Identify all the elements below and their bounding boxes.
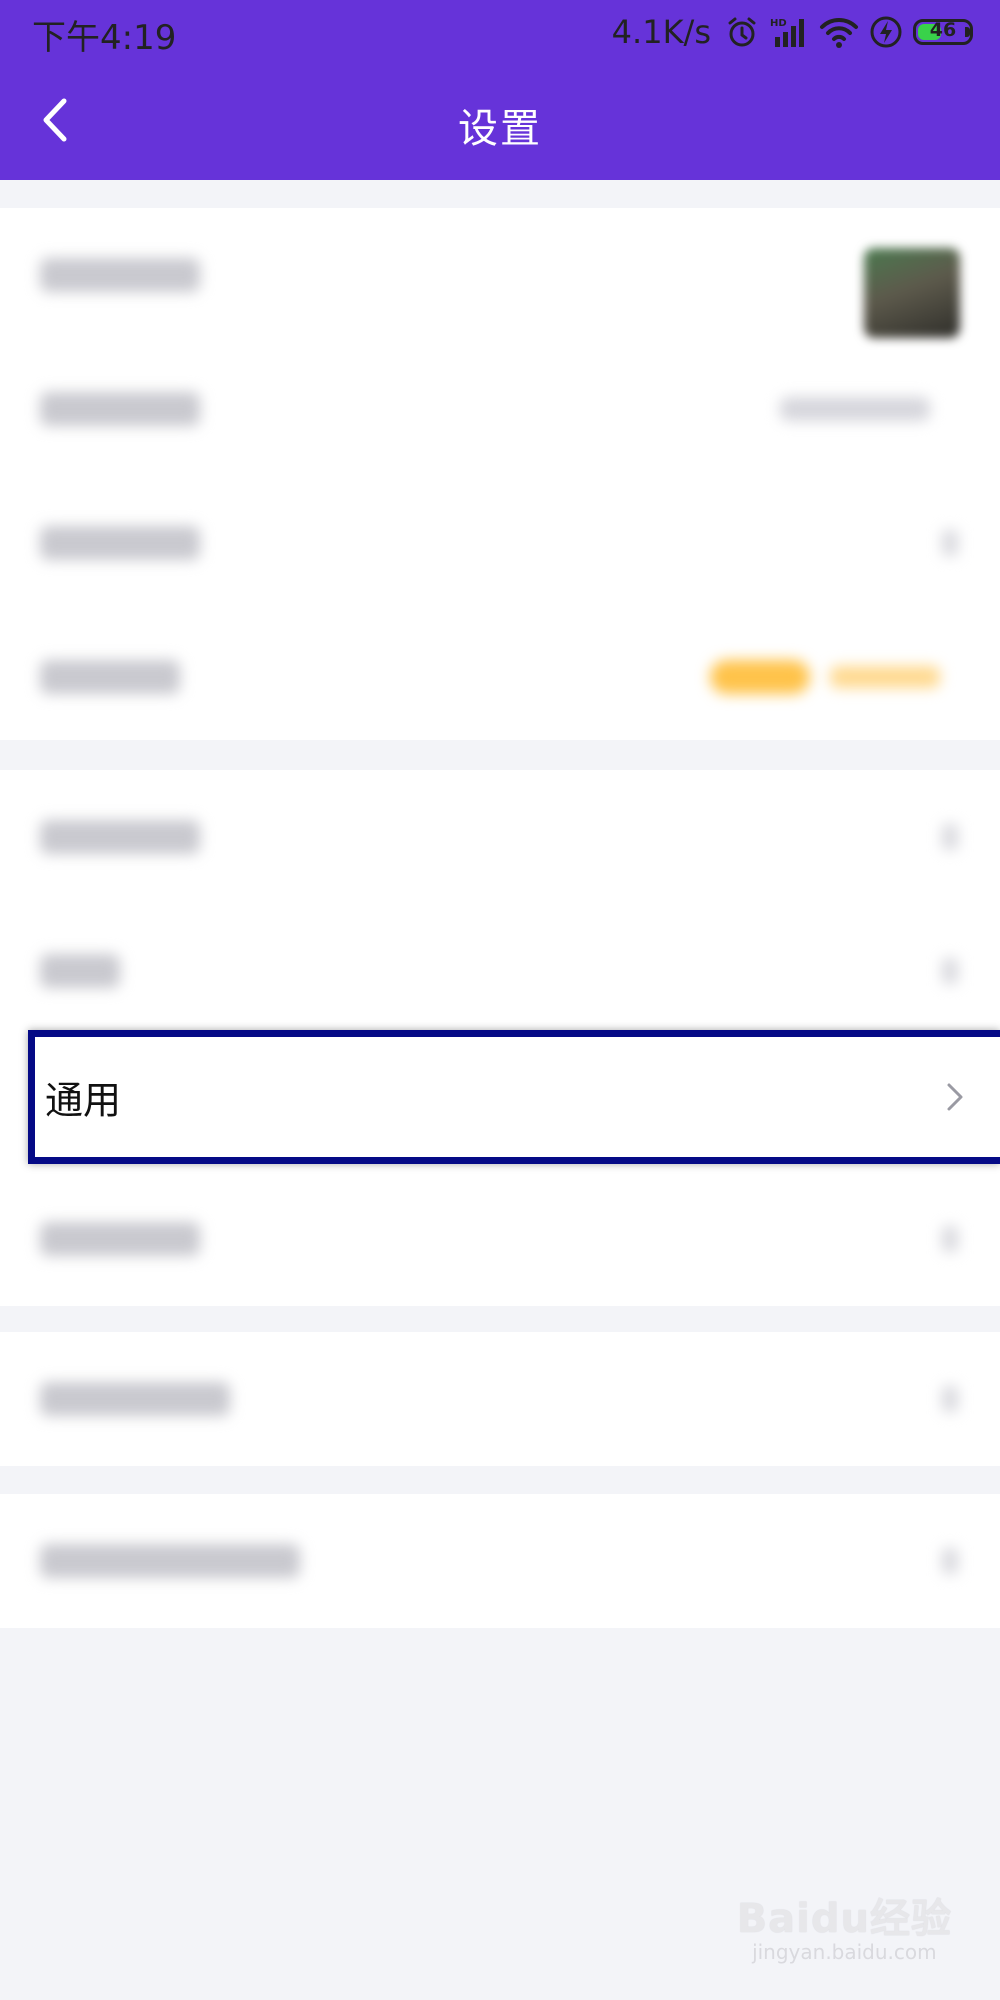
status-icons: 4.1K/s HD 46 <box>611 10 973 54</box>
settings-row-6[interactable] <box>0 904 1000 1038</box>
nav-bar: 设置 <box>0 64 1000 180</box>
settings-row-label: 通用 <box>45 1078 122 1123</box>
chevron-right-icon <box>942 1548 958 1574</box>
status-bar: 下午4:19 4.1K/s HD 46 <box>0 0 1000 64</box>
chevron-right-icon <box>942 530 958 556</box>
blurred-label <box>40 392 200 426</box>
settings-row-9[interactable] <box>0 1332 1000 1466</box>
watermark: Baidu经验 jingyan.baidu.com <box>737 1886 952 1964</box>
blurred-label <box>40 954 120 988</box>
chevron-right-icon <box>944 1081 966 1113</box>
blurred-label <box>40 820 200 854</box>
page-title: 设置 <box>458 106 542 152</box>
svg-text:HD: HD <box>770 18 787 29</box>
blurred-label <box>40 526 200 560</box>
chevron-right-icon <box>942 958 958 984</box>
chevron-right-icon <box>942 1386 958 1412</box>
chevron-right-icon <box>942 824 958 850</box>
blurred-label <box>40 258 200 292</box>
status-time: 下午4:19 <box>32 18 177 58</box>
charging-icon <box>869 15 903 49</box>
app-header: 下午4:19 4.1K/s HD 46 设置 <box>0 0 1000 180</box>
blurred-label <box>40 1382 230 1416</box>
watermark-url: jingyan.baidu.com <box>752 1940 937 1964</box>
network-speed: 4.1K/s <box>611 13 711 51</box>
settings-row-8[interactable] <box>0 1172 1000 1306</box>
settings-row-3[interactable] <box>0 476 1000 610</box>
blurred-label <box>40 1222 200 1256</box>
battery-icon: 46 <box>913 19 973 45</box>
status-badge <box>710 660 810 694</box>
blurred-value <box>780 397 930 421</box>
avatar <box>864 248 960 338</box>
watermark-logo: Baidu经验 <box>736 1896 952 1942</box>
settings-row-profile[interactable] <box>0 208 1000 342</box>
settings-row-5[interactable] <box>0 770 1000 904</box>
blurred-value <box>830 666 940 688</box>
chevron-right-icon <box>942 1226 958 1252</box>
settings-row-10[interactable] <box>0 1494 1000 1628</box>
settings-row-2[interactable] <box>0 342 1000 476</box>
blurred-label <box>40 1544 300 1578</box>
blurred-label <box>40 660 180 694</box>
alarm-icon <box>725 15 759 49</box>
wifi-icon <box>819 15 859 49</box>
settings-row-4[interactable] <box>0 610 1000 744</box>
settings-row-general[interactable]: 通用 <box>28 1030 1000 1164</box>
hd-signal-icon: HD <box>769 15 809 49</box>
battery-level: 46 <box>929 19 957 41</box>
